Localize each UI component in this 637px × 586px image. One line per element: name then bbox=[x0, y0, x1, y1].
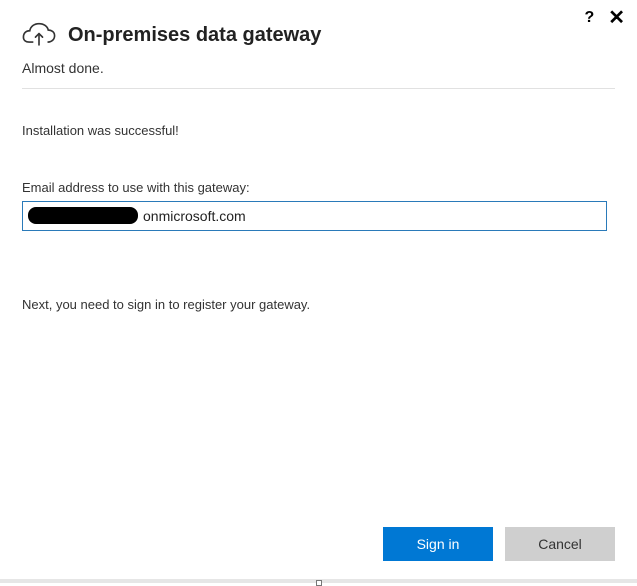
redacted-text bbox=[28, 207, 138, 224]
cloud-upload-icon bbox=[22, 20, 56, 50]
dialog-footer: Sign in Cancel bbox=[383, 527, 615, 561]
email-field-label: Email address to use with this gateway: bbox=[22, 180, 615, 195]
dialog-subtitle: Almost done. bbox=[0, 58, 637, 88]
close-icon[interactable]: ✕ bbox=[608, 8, 625, 28]
help-icon[interactable]: ? bbox=[584, 10, 594, 26]
dialog-title: On-premises data gateway bbox=[68, 24, 321, 47]
next-instruction-text: Next, you need to sign in to register yo… bbox=[22, 297, 615, 312]
dialog-header: On-premises data gateway bbox=[0, 0, 637, 58]
install-status-text: Installation was successful! bbox=[22, 123, 615, 138]
resize-handle[interactable] bbox=[316, 580, 322, 586]
cancel-button[interactable]: Cancel bbox=[505, 527, 615, 561]
sign-in-button[interactable]: Sign in bbox=[383, 527, 493, 561]
